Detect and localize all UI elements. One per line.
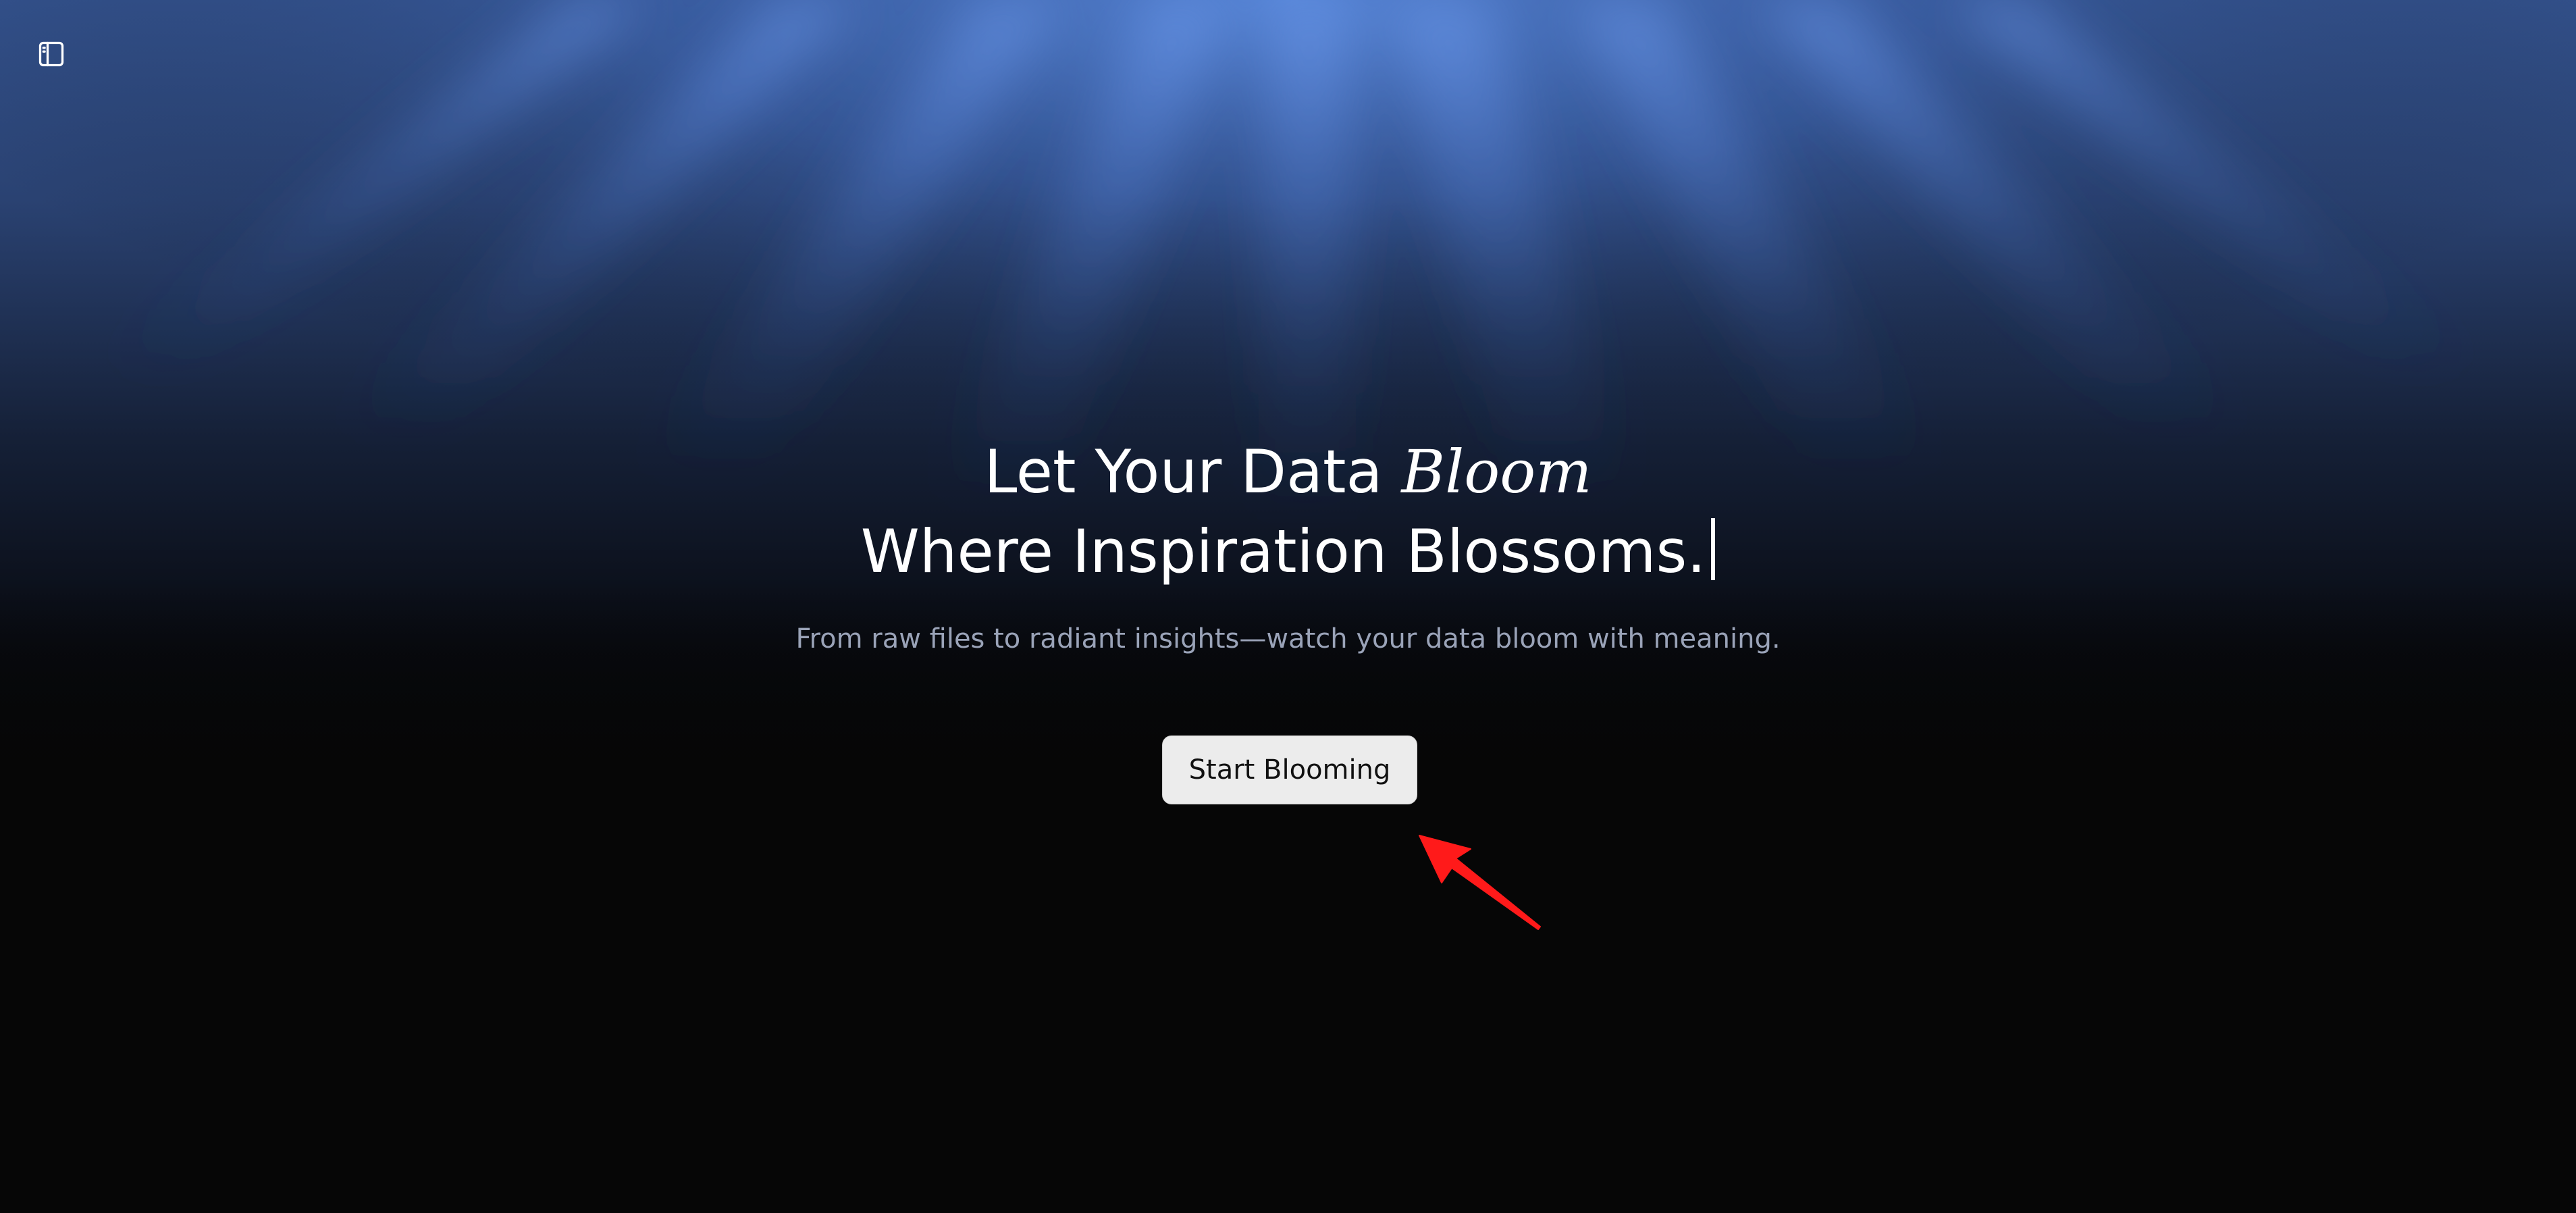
headline-accent: Bloom — [1401, 437, 1592, 507]
sidebar-toggle-button[interactable] — [34, 36, 69, 72]
background-glow — [0, 0, 2576, 797]
headline-line-2: Where Inspiration Blossoms. — [0, 512, 2576, 592]
hero: Let Your Data Bloom Where Inspiration Bl… — [0, 432, 2576, 656]
hero-subtitle: From raw files to radiant insights—watch… — [795, 623, 1781, 654]
headline-prefix: Let Your Data — [984, 437, 1402, 507]
headline-line-1: Let Your Data Bloom — [0, 432, 2576, 512]
headline-typed-text: Where Inspiration Blossoms. — [860, 517, 1706, 586]
text-caret — [1711, 518, 1716, 580]
page: Let Your Data Bloom Where Inspiration Bl… — [0, 0, 2576, 1213]
sidebar-toggle-icon — [38, 41, 64, 67]
start-blooming-button[interactable]: Start Blooming — [1162, 735, 1417, 804]
red-arrow-icon — [1419, 835, 1541, 930]
